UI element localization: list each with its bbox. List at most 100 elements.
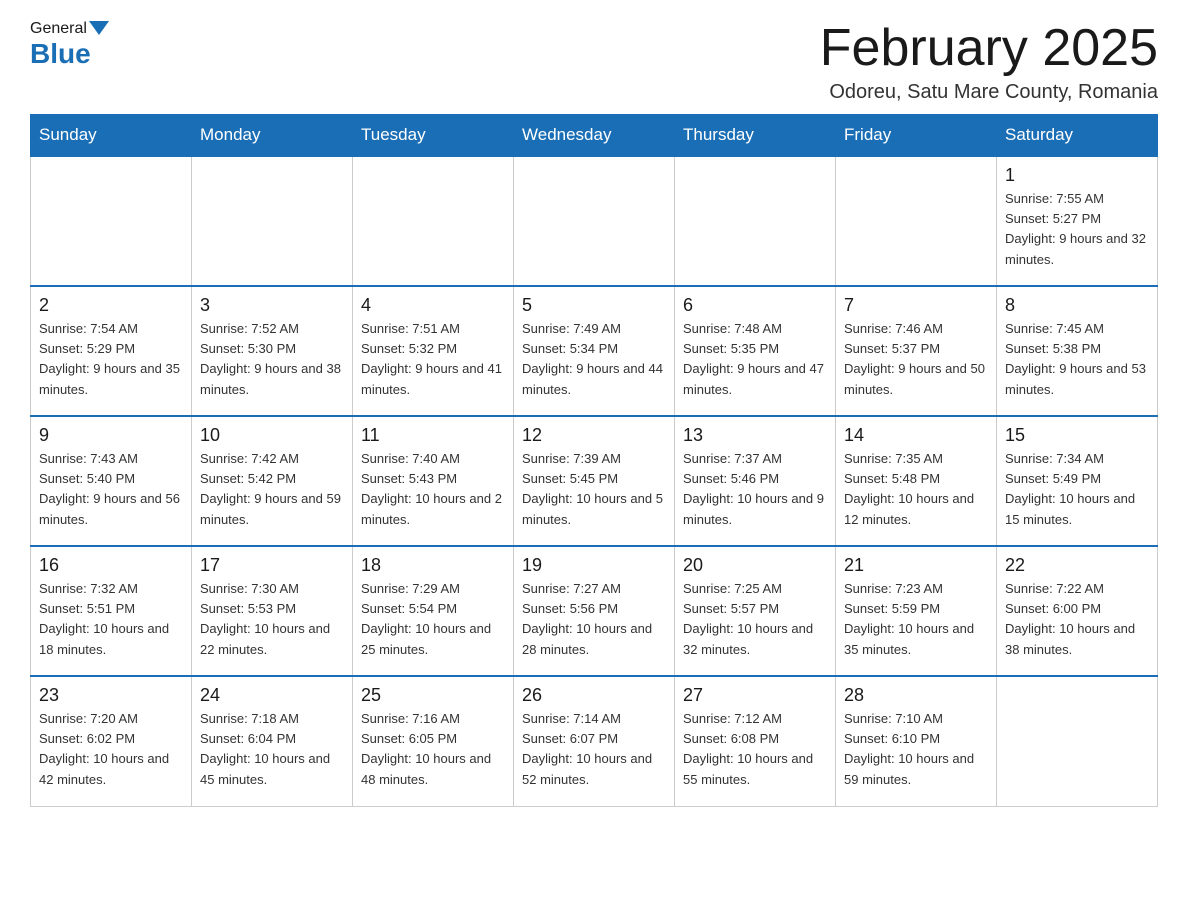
calendar-cell: 13 Sunrise: 7:37 AMSunset: 5:46 PMDayligh… [675, 416, 836, 546]
calendar-cell: 1 Sunrise: 7:55 AMSunset: 5:27 PMDaylight… [997, 156, 1158, 286]
calendar-cell [514, 156, 675, 286]
calendar-cell: 26 Sunrise: 7:14 AMSunset: 6:07 PMDayligh… [514, 676, 675, 806]
calendar-cell [997, 676, 1158, 806]
col-sunday: Sunday [31, 115, 192, 157]
day-info: Sunrise: 7:32 AMSunset: 5:51 PMDaylight:… [39, 579, 183, 660]
day-info: Sunrise: 7:45 AMSunset: 5:38 PMDaylight:… [1005, 319, 1149, 400]
day-number: 19 [522, 555, 666, 576]
logo-general-text: General [30, 20, 87, 38]
day-number: 3 [200, 295, 344, 316]
calendar-cell: 4 Sunrise: 7:51 AMSunset: 5:32 PMDaylight… [353, 286, 514, 416]
day-number: 6 [683, 295, 827, 316]
calendar-cell: 9Sunrise: 7:43 AMSunset: 5:40 PMDaylight… [31, 416, 192, 546]
day-number: 8 [1005, 295, 1149, 316]
calendar-cell: 18 Sunrise: 7:29 AMSunset: 5:54 PMDayligh… [353, 546, 514, 676]
day-number: 10 [200, 425, 344, 446]
calendar-cell: 27Sunrise: 7:12 AMSunset: 6:08 PMDayligh… [675, 676, 836, 806]
day-info: Sunrise: 7:46 AMSunset: 5:37 PMDaylight:… [844, 319, 988, 400]
col-wednesday: Wednesday [514, 115, 675, 157]
title-block: February 2025 Odoreu, Satu Mare County, … [820, 20, 1158, 104]
day-number: 2 [39, 295, 183, 316]
day-info: Sunrise: 7:27 AMSunset: 5:56 PMDaylight:… [522, 579, 666, 660]
day-info: Sunrise: 7:52 AMSunset: 5:30 PMDaylight:… [200, 319, 344, 400]
calendar-week-5: 23 Sunrise: 7:20 AMSunset: 6:02 PMDayligh… [31, 676, 1158, 806]
calendar-table: Sunday Monday Tuesday Wednesday Thursday… [30, 114, 1158, 807]
calendar-cell [353, 156, 514, 286]
calendar-cell: 16 Sunrise: 7:32 AMSunset: 5:51 PMDayligh… [31, 546, 192, 676]
day-info: Sunrise: 7:22 AMSunset: 6:00 PMDaylight:… [1005, 579, 1149, 660]
calendar-cell [31, 156, 192, 286]
calendar-cell: 20Sunrise: 7:25 AMSunset: 5:57 PMDayligh… [675, 546, 836, 676]
calendar-cell: 22 Sunrise: 7:22 AMSunset: 6:00 PMDayligh… [997, 546, 1158, 676]
day-info: Sunrise: 7:34 AMSunset: 5:49 PMDaylight:… [1005, 449, 1149, 530]
day-info: Sunrise: 7:48 AMSunset: 5:35 PMDaylight:… [683, 319, 827, 400]
day-info: Sunrise: 7:30 AMSunset: 5:53 PMDaylight:… [200, 579, 344, 660]
day-info: Sunrise: 7:51 AMSunset: 5:32 PMDaylight:… [361, 319, 505, 400]
calendar-cell: 23 Sunrise: 7:20 AMSunset: 6:02 PMDayligh… [31, 676, 192, 806]
day-info: Sunrise: 7:35 AMSunset: 5:48 PMDaylight:… [844, 449, 988, 530]
day-info: Sunrise: 7:12 AMSunset: 6:08 PMDaylight:… [683, 709, 827, 790]
day-number: 18 [361, 555, 505, 576]
day-number: 17 [200, 555, 344, 576]
day-number: 11 [361, 425, 505, 446]
col-thursday: Thursday [675, 115, 836, 157]
day-info: Sunrise: 7:14 AMSunset: 6:07 PMDaylight:… [522, 709, 666, 790]
day-number: 25 [361, 685, 505, 706]
day-info: Sunrise: 7:42 AMSunset: 5:42 PMDaylight:… [200, 449, 344, 530]
calendar-title: February 2025 [820, 20, 1158, 77]
day-number: 26 [522, 685, 666, 706]
day-number: 4 [361, 295, 505, 316]
day-info: Sunrise: 7:39 AMSunset: 5:45 PMDaylight:… [522, 449, 666, 530]
calendar-cell: 7 Sunrise: 7:46 AMSunset: 5:37 PMDaylight… [836, 286, 997, 416]
day-number: 23 [39, 685, 183, 706]
calendar-header: Sunday Monday Tuesday Wednesday Thursday… [31, 115, 1158, 157]
calendar-cell: 12Sunrise: 7:39 AMSunset: 5:45 PMDayligh… [514, 416, 675, 546]
day-info: Sunrise: 7:43 AMSunset: 5:40 PMDaylight:… [39, 449, 183, 530]
day-info: Sunrise: 7:20 AMSunset: 6:02 PMDaylight:… [39, 709, 183, 790]
calendar-week-4: 16 Sunrise: 7:32 AMSunset: 5:51 PMDayligh… [31, 546, 1158, 676]
logo-blue-text: Blue [30, 38, 91, 70]
col-saturday: Saturday [997, 115, 1158, 157]
day-info: Sunrise: 7:55 AMSunset: 5:27 PMDaylight:… [1005, 189, 1149, 270]
day-number: 28 [844, 685, 988, 706]
header-row: Sunday Monday Tuesday Wednesday Thursday… [31, 115, 1158, 157]
day-number: 16 [39, 555, 183, 576]
day-number: 22 [1005, 555, 1149, 576]
day-number: 20 [683, 555, 827, 576]
calendar-cell [836, 156, 997, 286]
col-tuesday: Tuesday [353, 115, 514, 157]
calendar-cell: 3 Sunrise: 7:52 AMSunset: 5:30 PMDaylight… [192, 286, 353, 416]
calendar-cell: 10 Sunrise: 7:42 AMSunset: 5:42 PMDayligh… [192, 416, 353, 546]
day-number: 24 [200, 685, 344, 706]
day-number: 5 [522, 295, 666, 316]
calendar-cell: 28 Sunrise: 7:10 AMSunset: 6:10 PMDayligh… [836, 676, 997, 806]
day-info: Sunrise: 7:49 AMSunset: 5:34 PMDaylight:… [522, 319, 666, 400]
day-info: Sunrise: 7:10 AMSunset: 6:10 PMDaylight:… [844, 709, 988, 790]
day-info: Sunrise: 7:18 AMSunset: 6:04 PMDaylight:… [200, 709, 344, 790]
calendar-cell [192, 156, 353, 286]
calendar-cell: 2Sunrise: 7:54 AMSunset: 5:29 PMDaylight… [31, 286, 192, 416]
day-info: Sunrise: 7:29 AMSunset: 5:54 PMDaylight:… [361, 579, 505, 660]
calendar-cell: 15Sunrise: 7:34 AMSunset: 5:49 PMDayligh… [997, 416, 1158, 546]
day-info: Sunrise: 7:23 AMSunset: 5:59 PMDaylight:… [844, 579, 988, 660]
col-friday: Friday [836, 115, 997, 157]
calendar-cell: 5 Sunrise: 7:49 AMSunset: 5:34 PMDaylight… [514, 286, 675, 416]
day-number: 13 [683, 425, 827, 446]
calendar-week-2: 2Sunrise: 7:54 AMSunset: 5:29 PMDaylight… [31, 286, 1158, 416]
calendar-week-3: 9Sunrise: 7:43 AMSunset: 5:40 PMDaylight… [31, 416, 1158, 546]
day-number: 7 [844, 295, 988, 316]
calendar-cell: 14 Sunrise: 7:35 AMSunset: 5:48 PMDayligh… [836, 416, 997, 546]
calendar-cell: 24 Sunrise: 7:18 AMSunset: 6:04 PMDayligh… [192, 676, 353, 806]
calendar-cell: 8 Sunrise: 7:45 AMSunset: 5:38 PMDaylight… [997, 286, 1158, 416]
day-info: Sunrise: 7:37 AMSunset: 5:46 PMDaylight:… [683, 449, 827, 530]
calendar-cell: 17 Sunrise: 7:30 AMSunset: 5:53 PMDayligh… [192, 546, 353, 676]
day-info: Sunrise: 7:16 AMSunset: 6:05 PMDaylight:… [361, 709, 505, 790]
day-number: 1 [1005, 165, 1149, 186]
logo-triangle-icon [89, 21, 109, 35]
calendar-week-1: 1 Sunrise: 7:55 AMSunset: 5:27 PMDaylight… [31, 156, 1158, 286]
calendar-cell: 11Sunrise: 7:40 AMSunset: 5:43 PMDayligh… [353, 416, 514, 546]
day-number: 14 [844, 425, 988, 446]
logo: General Blue [30, 20, 109, 70]
calendar-subtitle: Odoreu, Satu Mare County, Romania [820, 81, 1158, 104]
calendar-cell: 6 Sunrise: 7:48 AMSunset: 5:35 PMDaylight… [675, 286, 836, 416]
